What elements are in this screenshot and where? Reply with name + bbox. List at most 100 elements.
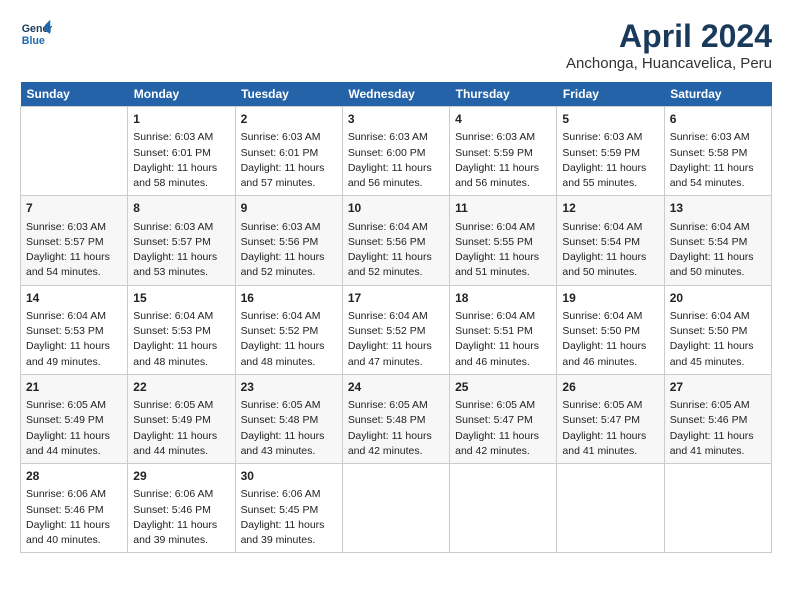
calendar-cell [557,464,664,553]
day-info-line: Sunrise: 6:03 AM [241,130,337,145]
day-info-line: Sunset: 5:48 PM [348,413,444,428]
day-info-line: and 45 minutes. [670,355,766,370]
day-info-line: Sunrise: 6:03 AM [670,130,766,145]
calendar-cell: 28Sunrise: 6:06 AMSunset: 5:46 PMDayligh… [21,464,128,553]
day-info-line: Daylight: 11 hours [455,161,551,176]
day-info-line: Daylight: 11 hours [562,161,658,176]
day-info-line: Sunset: 5:52 PM [241,324,337,339]
day-info-line: Sunset: 5:50 PM [562,324,658,339]
day-info-line: Daylight: 11 hours [348,250,444,265]
calendar-cell: 21Sunrise: 6:05 AMSunset: 5:49 PMDayligh… [21,374,128,463]
header-row: SundayMondayTuesdayWednesdayThursdayFrid… [21,82,772,107]
day-header-saturday: Saturday [664,82,771,107]
calendar-cell: 12Sunrise: 6:04 AMSunset: 5:54 PMDayligh… [557,196,664,285]
day-number: 30 [241,468,337,485]
calendar-cell: 18Sunrise: 6:04 AMSunset: 5:51 PMDayligh… [450,285,557,374]
day-number: 21 [26,379,122,396]
day-info-line: Daylight: 11 hours [670,161,766,176]
day-info-line: and 48 minutes. [241,355,337,370]
day-info-line: Sunrise: 6:06 AM [241,487,337,502]
calendar-cell [342,464,449,553]
week-row-2: 14Sunrise: 6:04 AMSunset: 5:53 PMDayligh… [21,285,772,374]
day-info-line: and 44 minutes. [26,444,122,459]
calendar-cell: 7Sunrise: 6:03 AMSunset: 5:57 PMDaylight… [21,196,128,285]
day-info-line: Daylight: 11 hours [670,250,766,265]
calendar-cell: 3Sunrise: 6:03 AMSunset: 6:00 PMDaylight… [342,107,449,196]
day-number: 26 [562,379,658,396]
week-row-4: 28Sunrise: 6:06 AMSunset: 5:46 PMDayligh… [21,464,772,553]
day-info-line: Sunset: 5:57 PM [26,235,122,250]
day-info-line: Sunset: 5:56 PM [241,235,337,250]
day-info-line: and 55 minutes. [562,176,658,191]
day-info-line: Sunrise: 6:04 AM [562,220,658,235]
day-info-line: Sunrise: 6:04 AM [670,220,766,235]
day-info-line: Sunrise: 6:03 AM [348,130,444,145]
day-number: 10 [348,200,444,217]
calendar-cell: 29Sunrise: 6:06 AMSunset: 5:46 PMDayligh… [128,464,235,553]
svg-text:Blue: Blue [22,35,45,47]
day-info-line: Daylight: 11 hours [670,339,766,354]
day-info-line: and 39 minutes. [133,533,229,548]
day-info-line: Sunrise: 6:06 AM [26,487,122,502]
day-info-line: Daylight: 11 hours [241,161,337,176]
calendar-cell [664,464,771,553]
day-info-line: Sunrise: 6:04 AM [348,220,444,235]
day-header-monday: Monday [128,82,235,107]
day-info-line: Sunrise: 6:05 AM [670,398,766,413]
day-info-line: Daylight: 11 hours [133,518,229,533]
day-info-line: Sunrise: 6:05 AM [562,398,658,413]
day-info-line: Sunset: 5:58 PM [670,146,766,161]
day-info-line: Sunrise: 6:04 AM [670,309,766,324]
calendar-table: SundayMondayTuesdayWednesdayThursdayFrid… [20,82,772,553]
day-info-line: and 56 minutes. [455,176,551,191]
calendar-cell: 23Sunrise: 6:05 AMSunset: 5:48 PMDayligh… [235,374,342,463]
day-info-line: Sunset: 5:46 PM [670,413,766,428]
day-info-line: Sunset: 6:01 PM [133,146,229,161]
day-number: 15 [133,290,229,307]
calendar-cell: 22Sunrise: 6:05 AMSunset: 5:49 PMDayligh… [128,374,235,463]
day-info-line: Daylight: 11 hours [241,518,337,533]
calendar-cell: 15Sunrise: 6:04 AMSunset: 5:53 PMDayligh… [128,285,235,374]
day-info-line: Sunset: 5:56 PM [348,235,444,250]
week-row-0: 1Sunrise: 6:03 AMSunset: 6:01 PMDaylight… [21,107,772,196]
day-number: 12 [562,200,658,217]
day-info-line: and 41 minutes. [562,444,658,459]
day-info-line: Sunrise: 6:03 AM [133,220,229,235]
calendar-cell: 20Sunrise: 6:04 AMSunset: 5:50 PMDayligh… [664,285,771,374]
day-info-line: Sunset: 5:57 PM [133,235,229,250]
day-info-line: Daylight: 11 hours [133,161,229,176]
day-info-line: Sunrise: 6:04 AM [26,309,122,324]
day-number: 23 [241,379,337,396]
title-area: April 2024 Anchonga, Huancavelica, Peru [566,18,772,72]
day-info-line: Sunrise: 6:06 AM [133,487,229,502]
day-number: 4 [455,111,551,128]
day-info-line: and 42 minutes. [455,444,551,459]
calendar-cell: 14Sunrise: 6:04 AMSunset: 5:53 PMDayligh… [21,285,128,374]
week-row-1: 7Sunrise: 6:03 AMSunset: 5:57 PMDaylight… [21,196,772,285]
day-number: 16 [241,290,337,307]
day-info-line: Daylight: 11 hours [455,339,551,354]
day-info-line: and 42 minutes. [348,444,444,459]
day-number: 11 [455,200,551,217]
day-info-line: Daylight: 11 hours [670,429,766,444]
calendar-cell: 9Sunrise: 6:03 AMSunset: 5:56 PMDaylight… [235,196,342,285]
day-info-line: Sunrise: 6:05 AM [26,398,122,413]
day-info-line: Sunrise: 6:05 AM [133,398,229,413]
week-row-3: 21Sunrise: 6:05 AMSunset: 5:49 PMDayligh… [21,374,772,463]
day-info-line: and 56 minutes. [348,176,444,191]
logo: General Blue [20,18,52,50]
calendar-cell: 8Sunrise: 6:03 AMSunset: 5:57 PMDaylight… [128,196,235,285]
day-number: 2 [241,111,337,128]
day-info-line: Daylight: 11 hours [241,429,337,444]
day-info-line: Daylight: 11 hours [26,429,122,444]
calendar-cell: 16Sunrise: 6:04 AMSunset: 5:52 PMDayligh… [235,285,342,374]
day-info-line: and 48 minutes. [133,355,229,370]
day-info-line: and 54 minutes. [670,176,766,191]
day-number: 22 [133,379,229,396]
calendar-cell: 1Sunrise: 6:03 AMSunset: 6:01 PMDaylight… [128,107,235,196]
calendar-cell [21,107,128,196]
day-info-line: and 39 minutes. [241,533,337,548]
day-number: 24 [348,379,444,396]
day-info-line: Sunset: 5:59 PM [455,146,551,161]
day-info-line: Sunset: 5:54 PM [670,235,766,250]
